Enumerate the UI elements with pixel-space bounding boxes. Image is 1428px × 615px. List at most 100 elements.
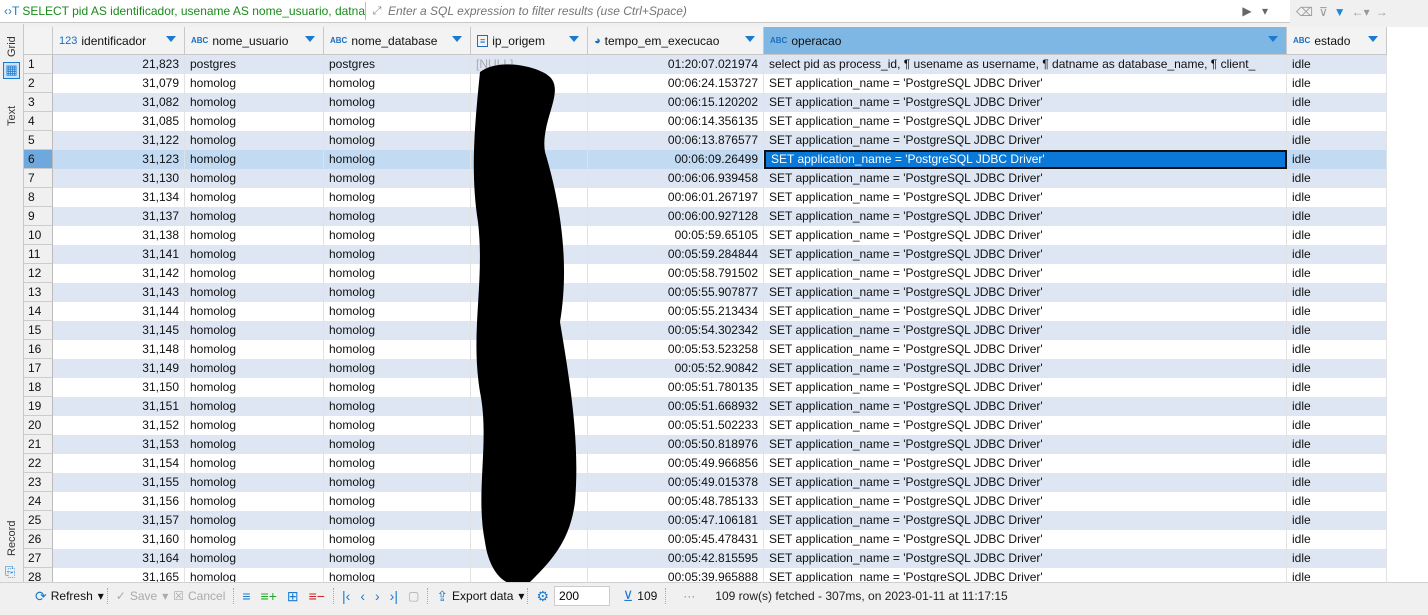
row-number[interactable]: 21: [24, 435, 53, 454]
table-row[interactable]: 25 31,157 homolog homolog 00:05:47.106181 SET…: [24, 511, 1387, 530]
row-number[interactable]: 26: [24, 530, 53, 549]
cell-estado[interactable]: idle: [1287, 207, 1387, 226]
cell-identificador[interactable]: 31,130: [53, 169, 185, 188]
table-row[interactable]: 12 31,142 homolog homolog 00:05:58.791502 SET…: [24, 264, 1387, 283]
next-page-icon[interactable]: ›: [370, 588, 385, 604]
cell-estado[interactable]: idle: [1287, 397, 1387, 416]
grid-icon[interactable]: ▦: [3, 62, 20, 79]
cell-nome_usuario[interactable]: homolog: [185, 378, 324, 397]
filter-input[interactable]: [388, 1, 1238, 21]
fetch-all-button[interactable]: ⊻ 109: [618, 588, 662, 605]
cell-nome_database[interactable]: homolog: [324, 435, 471, 454]
cell-tempo_em_execucao[interactable]: 00:05:55.907877: [588, 283, 764, 302]
row-number[interactable]: 17: [24, 359, 53, 378]
cell-identificador[interactable]: 31,153: [53, 435, 185, 454]
back-icon[interactable]: ←▾: [1352, 5, 1370, 19]
cell-nome_database[interactable]: homolog: [324, 359, 471, 378]
fetch-size-input[interactable]: [554, 586, 611, 606]
filter-icon[interactable]: ▼: [1334, 5, 1346, 19]
table-row[interactable]: 23 31,155 homolog homolog 00:05:49.015378 SET…: [24, 473, 1387, 492]
cell-identificador[interactable]: 31,085: [53, 112, 185, 131]
cell-nome_database[interactable]: homolog: [324, 169, 471, 188]
cell-operacao[interactable]: SET application_name = 'PostgreSQL JDBC …: [764, 359, 1287, 378]
cell-nome_usuario[interactable]: postgres: [185, 55, 324, 74]
cell-nome_usuario[interactable]: homolog: [185, 245, 324, 264]
row-number[interactable]: 3: [24, 93, 53, 112]
table-row[interactable]: 26 31,160 homolog homolog 00:05:45.478431 SET…: [24, 530, 1387, 549]
row-number[interactable]: 20: [24, 416, 53, 435]
cell-nome_usuario[interactable]: homolog: [185, 397, 324, 416]
eraser-icon[interactable]: ⌫: [1296, 5, 1313, 19]
cell-tempo_em_execucao[interactable]: 00:05:53.523258: [588, 340, 764, 359]
row-number[interactable]: 4: [24, 112, 53, 131]
cell-identificador[interactable]: 31,142: [53, 264, 185, 283]
tab-record[interactable]: Record: [2, 514, 22, 562]
cell-estado[interactable]: idle: [1287, 340, 1387, 359]
cell-nome_usuario[interactable]: homolog: [185, 150, 324, 169]
cell-nome_usuario[interactable]: homolog: [185, 226, 324, 245]
table-row[interactable]: 3 31,082 homolog homolog 00:06:15.120202 SET …: [24, 93, 1387, 112]
cell-nome_usuario[interactable]: homolog: [185, 568, 324, 582]
cell-nome_database[interactable]: homolog: [324, 131, 471, 150]
table-row[interactable]: 15 31,145 homolog homolog 00:05:54.302342 SET…: [24, 321, 1387, 340]
cell-identificador[interactable]: 31,144: [53, 302, 185, 321]
cell-nome_database[interactable]: homolog: [324, 150, 471, 169]
row-number[interactable]: 14: [24, 302, 53, 321]
cell-nome_database[interactable]: homolog: [324, 568, 471, 582]
cell-nome_usuario[interactable]: homolog: [185, 93, 324, 112]
cell-identificador[interactable]: 31,137: [53, 207, 185, 226]
cell-tempo_em_execucao[interactable]: 00:05:50.818976: [588, 435, 764, 454]
table-row[interactable]: 18 31,150 homolog homolog 00:05:51.780135 SET…: [24, 378, 1387, 397]
cell-tempo_em_execucao[interactable]: 00:06:13.876577: [588, 131, 764, 150]
table-row[interactable]: 24 31,156 homolog homolog 00:05:48.785133 SET…: [24, 492, 1387, 511]
cell-operacao[interactable]: select pid as process_id, ¶ usename as u…: [764, 55, 1287, 74]
cell-tempo_em_execucao[interactable]: 00:06:14.356135: [588, 112, 764, 131]
table-row[interactable]: 2 31,079 homolog homolog 00:06:24.153727 SET …: [24, 74, 1387, 93]
cell-operacao[interactable]: SET application_name = 'PostgreSQL JDBC …: [764, 93, 1287, 112]
cell-estado[interactable]: idle: [1287, 549, 1387, 568]
row-number[interactable]: 23: [24, 473, 53, 492]
cell-operacao[interactable]: SET application_name = 'PostgreSQL JDBC …: [764, 340, 1287, 359]
row-number[interactable]: 2: [24, 74, 53, 93]
export-data-button[interactable]: ⇪ Export data: [431, 588, 518, 605]
cell-estado[interactable]: idle: [1287, 226, 1387, 245]
cell-operacao[interactable]: SET application_name = 'PostgreSQL JDBC …: [764, 435, 1287, 454]
tab-grid[interactable]: Grid: [2, 32, 22, 62]
sort-dropdown-icon[interactable]: [452, 36, 462, 42]
cell-identificador[interactable]: 31,150: [53, 378, 185, 397]
table-row[interactable]: 8 31,134 homolog homolog 00:06:01.267197 SET …: [24, 188, 1387, 207]
cell-nome_database[interactable]: homolog: [324, 283, 471, 302]
cell-tempo_em_execucao[interactable]: 01:20:07.021974: [588, 55, 764, 74]
vertical-scrollbar[interactable]: [1387, 27, 1428, 582]
cell-nome_database[interactable]: homolog: [324, 492, 471, 511]
row-number[interactable]: 6: [24, 150, 53, 169]
cell-identificador[interactable]: 31,164: [53, 549, 185, 568]
cell-nome_database[interactable]: homolog: [324, 530, 471, 549]
cell-nome_database[interactable]: homolog: [324, 397, 471, 416]
column-header-ip_origem[interactable]: ≡ ip_origem: [471, 27, 588, 55]
cell-tempo_em_execucao[interactable]: 00:05:49.966856: [588, 454, 764, 473]
cell-estado[interactable]: idle: [1287, 511, 1387, 530]
cell-identificador[interactable]: 31,145: [53, 321, 185, 340]
delete-row-icon[interactable]: ≡−: [304, 588, 330, 604]
row-number[interactable]: 10: [24, 226, 53, 245]
previous-page-icon[interactable]: ‹: [355, 588, 370, 604]
row-number[interactable]: 15: [24, 321, 53, 340]
cell-tempo_em_execucao[interactable]: 00:06:06.939458: [588, 169, 764, 188]
cell-estado[interactable]: idle: [1287, 492, 1387, 511]
table-row[interactable]: 13 31,143 homolog homolog 00:05:55.907877 SET…: [24, 283, 1387, 302]
cell-nome_database[interactable]: homolog: [324, 340, 471, 359]
cell-nome_usuario[interactable]: homolog: [185, 549, 324, 568]
cell-nome_database[interactable]: homolog: [324, 511, 471, 530]
cell-tempo_em_execucao[interactable]: 00:05:59.65105: [588, 226, 764, 245]
cell-operacao[interactable]: SET application_name = 'PostgreSQL JDBC …: [764, 416, 1287, 435]
cell-operacao[interactable]: SET application_name = 'PostgreSQL JDBC …: [764, 112, 1287, 131]
cell-tempo_em_execucao[interactable]: 00:05:48.785133: [588, 492, 764, 511]
column-header-estado[interactable]: ABC estado: [1287, 27, 1387, 55]
cell-identificador[interactable]: 31,143: [53, 283, 185, 302]
cell-estado[interactable]: idle: [1287, 302, 1387, 321]
cell-estado[interactable]: idle: [1287, 188, 1387, 207]
cell-identificador[interactable]: 31,157: [53, 511, 185, 530]
cell-nome_database[interactable]: homolog: [324, 549, 471, 568]
cell-operacao[interactable]: SET application_name = 'PostgreSQL JDBC …: [764, 207, 1287, 226]
